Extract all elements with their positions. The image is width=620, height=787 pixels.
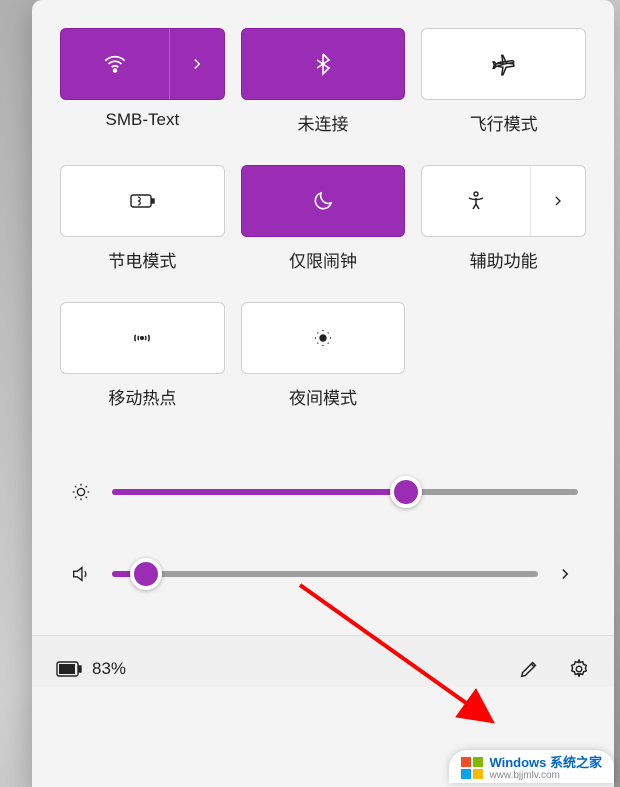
volume-row (68, 563, 578, 585)
tile-night-light-wrap: 夜间模式 (241, 302, 406, 431)
tile-night-light-label: 夜间模式 (289, 384, 357, 409)
volume-icon (68, 563, 94, 585)
tile-bluetooth-wrap: 未连接 (241, 28, 406, 157)
watermark-line2: www.bjjmlv.com (489, 770, 602, 781)
brightness-slider[interactable] (112, 489, 578, 495)
battery-icon (56, 661, 82, 677)
windows-logo-icon (461, 757, 483, 779)
battery-status[interactable]: 83% (56, 659, 126, 679)
wifi-icon (102, 51, 128, 77)
settings-button[interactable] (568, 658, 590, 680)
bluetooth-icon (311, 52, 335, 76)
gear-icon (568, 658, 590, 680)
battery-saver-icon (128, 191, 156, 211)
tile-accessibility[interactable] (421, 165, 586, 237)
tile-accessibility-wrap: 辅助功能 (421, 165, 586, 294)
quick-settings-panel: SMB-Text 未连接 飞行模式 (32, 0, 614, 787)
volume-slider[interactable] (112, 571, 538, 577)
sliders-area (32, 431, 614, 635)
watermark-line1: Windows 系统之家 (489, 756, 602, 770)
airplane-icon (491, 51, 517, 77)
watermark: Windows 系统之家 www.bjjmlv.com (449, 750, 614, 783)
tile-bluetooth-label: 未连接 (297, 110, 348, 135)
tile-battery-saver-wrap: 节电模式 (60, 165, 225, 294)
panel-footer: 83% (32, 635, 614, 687)
tile-accessibility-label: 辅助功能 (470, 247, 538, 272)
tile-battery-saver-label: 节电模式 (108, 247, 176, 272)
tile-airplane-wrap: 飞行模式 (421, 28, 586, 157)
tile-airplane-label: 飞行模式 (470, 110, 538, 135)
tile-wifi-expand[interactable] (169, 29, 224, 99)
tile-focus[interactable] (241, 165, 406, 237)
tile-accessibility-expand[interactable] (530, 166, 585, 236)
tile-hotspot-label: 移动热点 (108, 384, 176, 409)
hotspot-icon (129, 325, 155, 351)
tile-hotspot-wrap: 移动热点 (60, 302, 225, 431)
tile-wifi[interactable] (60, 28, 225, 100)
tile-hotspot[interactable] (60, 302, 225, 374)
battery-percent-text: 83% (92, 659, 126, 679)
brightness-icon (68, 481, 94, 503)
edit-button[interactable] (518, 658, 540, 680)
tile-wifi-wrap: SMB-Text (60, 28, 225, 157)
tile-wifi-label: SMB-Text (105, 110, 179, 130)
tile-focus-label: 仅限闹钟 (289, 247, 357, 272)
pencil-icon (518, 658, 540, 680)
brightness-thumb[interactable] (390, 476, 422, 508)
chevron-right-icon (188, 55, 206, 73)
volume-thumb[interactable] (130, 558, 162, 590)
brightness-row (68, 481, 578, 503)
tile-bluetooth[interactable] (241, 28, 406, 100)
night-light-icon (311, 326, 335, 350)
tile-night-light[interactable] (241, 302, 406, 374)
tile-focus-wrap: 仅限闹钟 (241, 165, 406, 294)
tile-battery-saver[interactable] (60, 165, 225, 237)
chevron-right-icon (550, 193, 566, 209)
volume-expand[interactable] (556, 565, 578, 583)
tile-airplane[interactable] (421, 28, 586, 100)
quick-tiles-grid: SMB-Text 未连接 飞行模式 (32, 0, 614, 431)
accessibility-icon (464, 189, 488, 213)
moon-icon (311, 189, 335, 213)
